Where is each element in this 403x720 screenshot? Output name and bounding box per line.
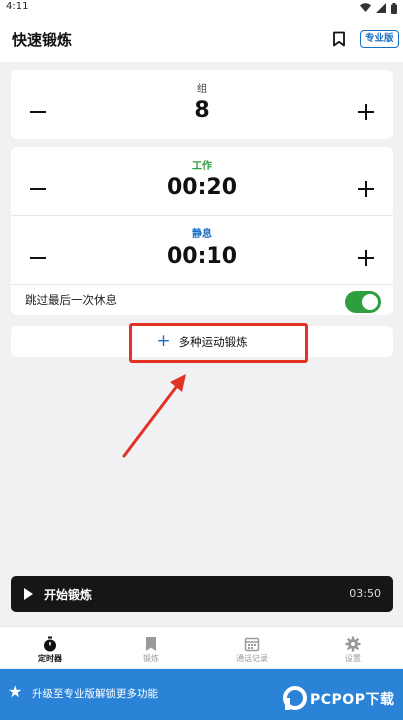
- watermark-logo-icon: [283, 686, 307, 710]
- arrow-annotation: [122, 374, 186, 458]
- nav-label: 锻炼: [143, 654, 159, 663]
- rest-value: 00:10: [166, 244, 238, 269]
- nav-label: 通话记录: [236, 654, 268, 663]
- play-icon: [24, 588, 33, 600]
- sets-card: 组 8: [11, 70, 393, 139]
- nav-label: 设置: [345, 654, 361, 663]
- rest-label: 静息: [192, 229, 212, 240]
- upgrade-text: 升级至专业版解锁更多功能: [32, 688, 158, 700]
- start-workout-button[interactable]: 开始锻炼 03:50: [11, 576, 393, 612]
- start-workout-label: 开始锻炼: [44, 588, 93, 602]
- gear-icon: [345, 636, 361, 652]
- total-duration: 03:50: [349, 587, 381, 600]
- sets-label: 组: [197, 84, 207, 95]
- app-bar: 快速锻炼 专业版: [0, 16, 403, 62]
- pro-badge-button[interactable]: 专业版: [360, 30, 399, 48]
- bottom-nav: 定时器 锻炼 通话记录 设置: [0, 626, 403, 668]
- signal-icon: [376, 3, 386, 13]
- status-bar: 4:11: [0, 0, 403, 16]
- bookmark-icon: [146, 637, 156, 651]
- rest-increment-button[interactable]: [352, 244, 380, 272]
- nav-label: 定时器: [38, 654, 62, 663]
- nav-item-settings[interactable]: 设置: [303, 627, 403, 669]
- work-decrement-button[interactable]: [24, 175, 52, 203]
- wifi-icon: [360, 3, 371, 12]
- upgrade-banner[interactable]: ★ 升级至专业版解锁更多功能 PCPOP下载: [0, 669, 403, 720]
- rest-decrement-button[interactable]: [24, 244, 52, 272]
- timer-card: 工作 00:20 静息 00:10 跳过最后一次休息: [11, 147, 393, 315]
- page-title: 快速锻炼: [12, 31, 73, 49]
- work-value: 00:20: [166, 175, 238, 200]
- status-time: 4:11: [6, 1, 29, 12]
- bookmark-icon[interactable]: [332, 31, 346, 47]
- sets-value: 8: [194, 98, 210, 123]
- nav-item-call-log[interactable]: 通话记录: [202, 627, 302, 669]
- work-increment-button[interactable]: [352, 175, 380, 203]
- highlight-box: [129, 323, 308, 363]
- star-icon: ★: [8, 682, 23, 701]
- divider: [11, 215, 393, 216]
- watermark: PCPOP下载: [282, 683, 400, 713]
- calendar-icon: [244, 637, 260, 652]
- work-label: 工作: [192, 161, 212, 172]
- toggle-knob: [362, 294, 378, 310]
- sets-increment-button[interactable]: [352, 98, 380, 126]
- nav-item-timer[interactable]: 定时器: [0, 627, 100, 669]
- status-icons: [360, 2, 397, 14]
- watermark-text: PCPOP下载: [310, 692, 395, 708]
- nav-item-workouts[interactable]: 锻炼: [101, 627, 201, 669]
- divider: [11, 284, 393, 285]
- stopwatch-icon: [44, 636, 56, 652]
- sets-decrement-button[interactable]: [24, 98, 52, 126]
- battery-icon: [391, 2, 397, 14]
- skip-last-rest-label: 跳过最后一次休息: [25, 293, 117, 307]
- skip-last-rest-toggle[interactable]: [345, 291, 381, 313]
